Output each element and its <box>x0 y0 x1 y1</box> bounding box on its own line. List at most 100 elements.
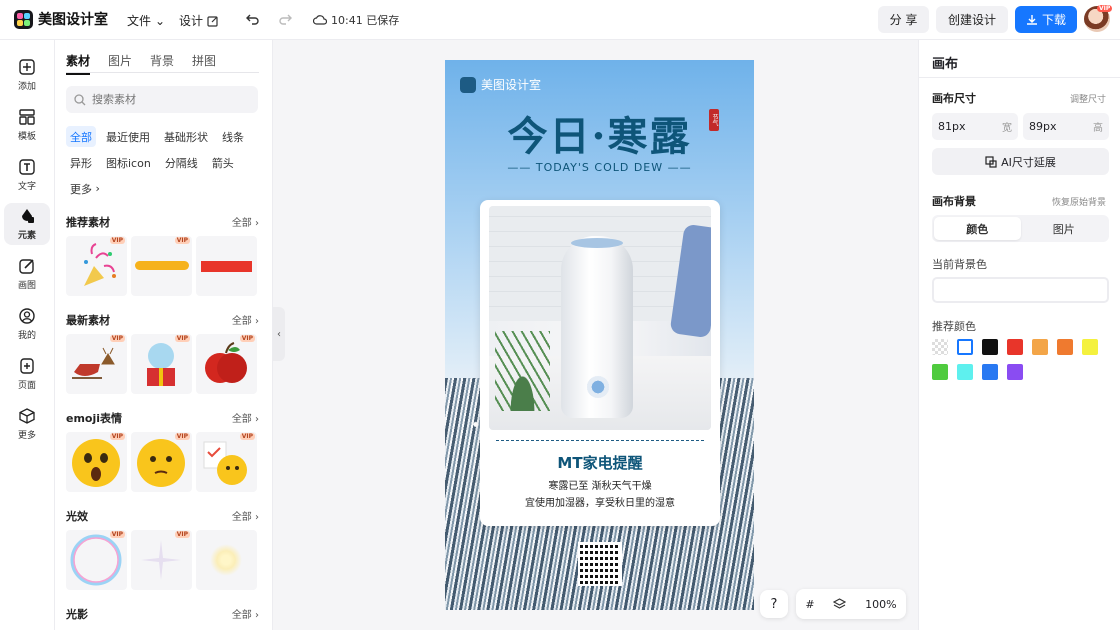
restore-bg-link[interactable]: 恢复原始背景 <box>1052 195 1106 208</box>
product-photo[interactable] <box>489 206 711 430</box>
poster-seal[interactable]: 节气 <box>709 109 719 131</box>
asset-bubble[interactable]: VIP <box>66 530 127 590</box>
poster-brand-text: 美图设计室 <box>481 78 542 92</box>
see-all-link[interactable]: 全部 › <box>232 214 259 230</box>
chip-shapes[interactable]: 基础形状 <box>160 126 212 147</box>
seg-color[interactable]: 颜色 <box>934 217 1021 240</box>
chevron-down-icon: ⌄ <box>155 13 166 28</box>
asset-apple[interactable]: VIP <box>196 334 257 394</box>
height-field[interactable]: 89px 高 <box>1023 113 1109 140</box>
file-menu[interactable]: 文件 ⌄ <box>127 12 165 29</box>
qr-code[interactable] <box>578 542 622 586</box>
shocked-emoji-icon <box>72 439 120 487</box>
color-swatch[interactable] <box>982 364 998 380</box>
ai-extend-button[interactable]: AI尺寸延展 <box>932 148 1109 175</box>
glow-shape <box>210 544 242 576</box>
help-button[interactable]: ? <box>760 590 788 618</box>
redo-icon[interactable] <box>278 12 292 26</box>
humidifier-knob <box>587 376 609 398</box>
asset-emoji-thinking[interactable]: VIP <box>131 432 192 492</box>
asset-sparkle[interactable]: VIP <box>131 530 192 590</box>
asset-red-bar[interactable] <box>196 236 257 296</box>
chip-more[interactable]: 更多 › <box>66 178 104 199</box>
asset-party-popper[interactable]: VIP <box>66 236 127 296</box>
poster-logo-icon <box>460 76 476 93</box>
rail-item-more[interactable]: 更多 <box>4 403 50 445</box>
grid-icon[interactable]: # <box>805 598 814 611</box>
party-popper-icon <box>84 243 116 286</box>
undo-icon[interactable] <box>246 12 260 26</box>
plus-square-icon <box>19 59 35 75</box>
create-design-button[interactable]: 创建设计 <box>936 6 1008 33</box>
asset-sleigh[interactable]: VIP <box>66 334 127 394</box>
zoom-level[interactable]: 100% <box>865 598 896 611</box>
product-card[interactable]: MT家电提醒 寒露已至 渐秋天气干燥 宜使用加湿器，享受秋日里的湿意 <box>480 200 720 526</box>
poster-title[interactable]: 今日·寒露 <box>445 104 754 162</box>
chip-arrows[interactable]: 箭头 <box>208 152 238 173</box>
asset-snow-globe[interactable]: VIP <box>131 334 192 394</box>
chip-all[interactable]: 全部 <box>66 126 96 147</box>
seg-image[interactable]: 图片 <box>1021 217 1108 240</box>
brush-stroke-shape <box>135 261 189 270</box>
card-body[interactable]: 寒露已至 渐秋天气干燥 宜使用加湿器，享受秋日里的湿意 <box>480 478 720 512</box>
poster-canvas[interactable]: 美图设计室 今日·寒露 节气 —— TODAY'S COLD DEW —— MT… <box>445 60 754 610</box>
card-line-1: 寒露已至 渐秋天气干燥 <box>548 481 652 492</box>
adjust-size-link[interactable]: 调整尺寸 <box>1070 92 1106 105</box>
poster-subtitle[interactable]: —— TODAY'S COLD DEW —— <box>445 161 754 174</box>
download-button[interactable]: 下载 <box>1015 6 1077 33</box>
vip-badge: VIP <box>174 335 190 342</box>
color-swatch[interactable] <box>1057 339 1073 355</box>
poster-brand[interactable]: 美图设计室 <box>460 76 541 93</box>
color-swatch[interactable] <box>957 339 973 355</box>
rail-item-mine[interactable]: 我的 <box>4 303 50 345</box>
asset-brush-stroke[interactable]: VIP <box>131 236 192 296</box>
design-menu[interactable]: 设计 <box>179 12 219 29</box>
card-title[interactable]: MT家电提醒 <box>480 452 720 473</box>
share-button[interactable]: 分 享 <box>878 6 929 33</box>
color-swatch[interactable] <box>1082 339 1098 355</box>
canvas-toolbar: # 100% <box>796 589 906 619</box>
see-all-link[interactable]: 全部 › <box>232 606 259 622</box>
app-title: 美图设计室 <box>38 12 108 28</box>
width-field[interactable]: 81px 宽 <box>932 113 1018 140</box>
layers-icon[interactable] <box>833 597 847 611</box>
rail-item-draw[interactable]: 画图 <box>4 253 50 295</box>
see-all-link[interactable]: 全部 › <box>232 410 259 426</box>
see-all-link[interactable]: 全部 › <box>232 508 259 524</box>
color-swatch[interactable] <box>982 339 998 355</box>
see-all-link[interactable]: 全部 › <box>232 312 259 328</box>
red-bar-shape <box>201 261 252 272</box>
asset-emoji-shocked[interactable]: VIP <box>66 432 127 492</box>
search-box[interactable] <box>66 86 258 113</box>
color-swatch[interactable] <box>957 364 973 380</box>
vip-badge: VIP <box>239 433 255 440</box>
asset-glow[interactable] <box>196 530 257 590</box>
search-input[interactable] <box>92 93 242 106</box>
section-title: 最新素材 <box>66 314 110 327</box>
rail-item-text[interactable]: 文字 <box>4 154 50 196</box>
chevron-left-icon: ‹ <box>277 328 281 340</box>
chip-dividers[interactable]: 分隔线 <box>161 152 202 173</box>
chip-irregular[interactable]: 异形 <box>66 152 96 173</box>
section-title: 推荐素材 <box>66 216 110 229</box>
chip-lines[interactable]: 线条 <box>218 126 248 147</box>
color-swatch[interactable] <box>1032 339 1048 355</box>
rail-label: 我的 <box>17 331 36 341</box>
rail-item-add[interactable]: 添加 <box>4 54 50 96</box>
rail-item-template[interactable]: 模板 <box>4 104 50 146</box>
collapse-panel-button[interactable]: ‹ <box>273 307 285 361</box>
asset-panel: 素材 图片 背景 拼图 全部 最近使用 基础形状 线条 异形 图标icon 分隔… <box>55 40 273 630</box>
chip-recent[interactable]: 最近使用 <box>102 126 154 147</box>
color-swatch[interactable] <box>1007 364 1023 380</box>
asset-emoji-checklist[interactable]: VIP <box>196 432 257 492</box>
color-swatch[interactable] <box>1007 339 1023 355</box>
resize-icon <box>985 155 997 168</box>
current-color-field[interactable] <box>932 277 1109 303</box>
rail-item-page[interactable]: 页面 <box>4 353 50 395</box>
color-swatch[interactable] <box>932 339 948 355</box>
color-swatch[interactable] <box>932 364 948 380</box>
app-logo[interactable]: 美图设计室 <box>14 9 108 29</box>
chip-icons[interactable]: 图标icon <box>102 152 155 173</box>
rail-item-element[interactable]: 元素 <box>4 203 50 245</box>
canvas-size-label: 画布尺寸 <box>932 92 976 105</box>
